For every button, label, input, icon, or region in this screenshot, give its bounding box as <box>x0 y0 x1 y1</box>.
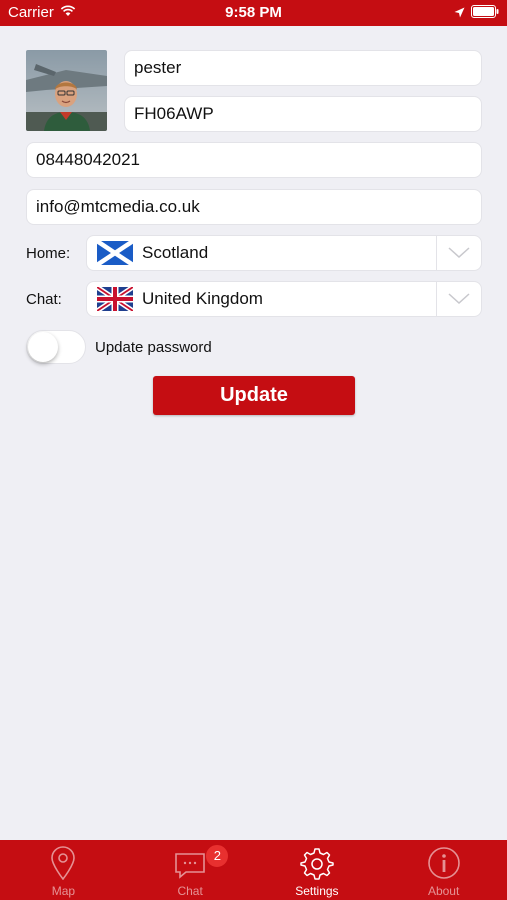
chat-select[interactable]: United Kingdom <box>86 281 482 317</box>
update-password-label: Update password <box>95 339 212 356</box>
battery-icon <box>471 5 499 22</box>
home-dropdown-toggle[interactable] <box>436 236 481 270</box>
email-input[interactable] <box>36 197 481 217</box>
chat-value: United Kingdom <box>142 289 263 308</box>
phone-input[interactable] <box>36 150 481 170</box>
chevron-down-icon <box>448 293 470 305</box>
tab-bar: Map 2 Chat Settings About <box>0 840 507 900</box>
chat-label: Chat: <box>26 291 62 308</box>
home-select[interactable]: Scotland <box>86 235 482 271</box>
email-field[interactable] <box>26 189 482 225</box>
status-time: 9:58 PM <box>225 4 282 21</box>
tab-chat-label: Chat <box>177 884 203 898</box>
tab-about-label: About <box>427 884 460 898</box>
name-input[interactable] <box>134 58 481 78</box>
home-value: Scotland <box>142 243 209 262</box>
tab-settings[interactable]: Settings <box>254 840 381 900</box>
map-pin-icon <box>51 846 76 880</box>
info-icon <box>427 847 460 879</box>
tab-settings-label: Settings <box>295 884 339 898</box>
code-input[interactable] <box>134 104 481 124</box>
tab-about[interactable]: About <box>380 840 507 900</box>
home-label: Home: <box>26 245 71 262</box>
tab-chat[interactable]: 2 Chat <box>127 840 254 900</box>
status-bar: Carrier 9:58 PM <box>0 0 507 26</box>
update-button[interactable]: Update <box>153 376 355 415</box>
tab-map-label: Map <box>51 884 76 898</box>
uk-flag-icon <box>95 284 135 314</box>
status-right <box>454 5 499 22</box>
chevron-down-icon <box>448 247 470 259</box>
profile-avatar[interactable] <box>26 50 107 131</box>
location-arrow-icon <box>454 5 465 22</box>
chat-badge: 2 <box>205 844 230 868</box>
scotland-flag-icon <box>95 239 135 267</box>
update-password-toggle[interactable] <box>26 330 86 364</box>
tab-map[interactable]: Map <box>0 840 127 900</box>
name-field[interactable] <box>124 50 482 86</box>
toggle-knob <box>28 332 58 362</box>
chat-bubble-icon <box>175 853 205 879</box>
gear-icon <box>300 848 334 880</box>
chat-dropdown-toggle[interactable] <box>436 282 481 316</box>
code-field[interactable] <box>124 96 482 132</box>
phone-field[interactable] <box>26 142 482 178</box>
settings-screen: Carrier 9:58 PM pester FH06AWP 084480420… <box>0 0 507 900</box>
